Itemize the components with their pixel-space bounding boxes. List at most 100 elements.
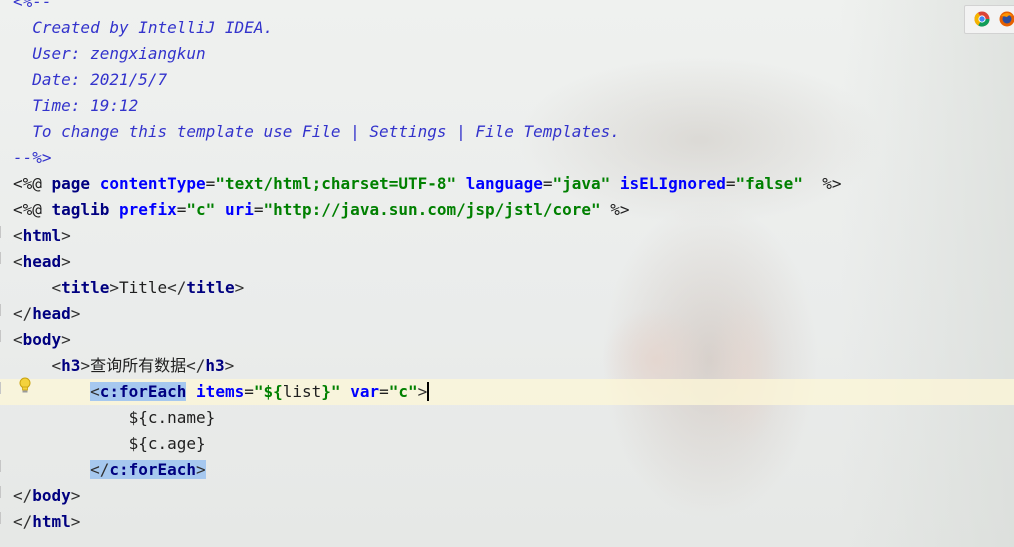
code-token: taglib [51,200,119,219]
code-token: isELIgnored [619,174,726,193]
code-line[interactable]: Created by IntelliJ IDEA. [0,15,1014,41]
code-token: c.age [147,434,197,453]
code-token: Date: 2021/5/7 [13,70,168,89]
code-token: list [282,382,322,401]
code-line[interactable]: <%@ taglib prefix="c" uri="http://java.s… [0,197,1014,223]
code-token: > [61,226,71,245]
code-line[interactable]: To change this template use File | Setti… [0,119,1014,145]
fold-marker[interactable] [0,330,5,342]
code-line[interactable]: --%> [0,145,1014,171]
code-token: > [61,252,71,271]
code-token: }" [321,382,351,401]
code-line[interactable]: <%@ page contentType="text/html;charset=… [0,171,1014,197]
code-token: = [725,174,736,193]
code-line[interactable]: </body> [0,483,1014,509]
code-line[interactable]: <head> [0,249,1014,275]
code-token: > [80,356,91,375]
code-line-text: User: zengxiangkun [13,41,206,67]
code-line[interactable]: <body> [0,327,1014,353]
code-line-text: Time: 19:12 [13,93,138,119]
code-token: body [22,330,62,349]
fold-marker[interactable] [0,486,5,498]
code-token: ${ [128,434,148,453]
code-line-text: </html> [13,509,80,535]
code-line-text: Date: 2021/5/7 [13,67,167,93]
code-line[interactable]: Date: 2021/5/7 [0,67,1014,93]
code-token: < [13,330,23,349]
code-token: > [70,512,81,531]
code-token: 查询所有数据 [90,356,187,375]
code-token: html [22,226,62,245]
code-line[interactable]: ${c.age} [0,431,1014,457]
code-line[interactable]: <h3>查询所有数据</h3> [0,353,1014,379]
code-line[interactable]: <html> [0,223,1014,249]
code-line-text: </body> [13,483,80,509]
code-line[interactable]: <%-- [0,0,1014,15]
code-token: h3 [61,356,81,375]
code-token: User: zengxiangkun [13,44,206,63]
code-line-text: To change this template use File | Setti… [13,119,620,145]
fold-marker[interactable] [0,304,5,316]
code-token: > [109,278,119,297]
code-token: > [70,486,81,505]
code-token: } [196,434,206,453]
code-token: > [224,356,235,375]
lightbulb-icon[interactable] [18,377,32,395]
code-line-text: <c:forEach items="${list}" var="c"> [13,379,430,405]
code-token: = [176,200,187,219]
fold-marker[interactable] [0,382,5,394]
code-token: < [51,356,62,375]
code-token: head [32,304,71,323]
code-token: Created by IntelliJ IDEA. [13,18,274,37]
code-token: < [13,252,23,271]
code-line-text: </head> [13,301,80,327]
code-line-text: <head> [13,249,71,275]
chrome-icon[interactable] [974,11,990,27]
firefox-icon[interactable] [999,11,1014,27]
code-token: Time: 19:12 [13,96,139,115]
code-token: body [32,486,71,505]
code-line-text: <%@ page contentType="text/html;charset=… [13,171,841,197]
code-token: > [417,382,428,401]
code-line[interactable]: ${c.name} [0,405,1014,431]
code-token: = [244,382,254,401]
code-line-text: <body> [13,327,71,353]
code-line-text: <%@ taglib prefix="c" uri="http://java.s… [13,197,630,223]
code-token: } [205,408,216,427]
code-editor[interactable]: <%-- Created by IntelliJ IDEA. User: zen… [0,0,1014,547]
code-line[interactable]: <title>Title</title> [0,275,1014,301]
fold-marker[interactable] [0,512,5,524]
code-token: > [70,304,81,323]
code-line[interactable]: </c:forEach> [0,457,1014,483]
code-token: </ [13,512,33,531]
code-token: "false" [735,174,803,193]
code-token: "${ [253,382,283,401]
code-line-text: <%-- [13,0,52,15]
code-token: head [22,252,62,271]
fold-marker[interactable] [0,460,5,472]
code-line[interactable]: </html> [0,509,1014,535]
code-token: "c" [186,200,225,219]
code-token: </ [167,278,187,297]
code-token: %> [802,174,842,193]
code-token: <%@ [13,174,52,193]
text-caret [427,382,430,401]
code-line[interactable]: User: zengxiangkun [0,41,1014,67]
code-line[interactable]: Time: 19:12 [0,93,1014,119]
code-token: > [234,278,245,297]
code-token: ${ [128,408,148,427]
fold-marker[interactable] [0,252,5,264]
code-token: = [379,382,389,401]
code-line[interactable]: </head> [0,301,1014,327]
code-token: "text/html;charset=UTF-8" [215,174,466,193]
code-line-text: <html> [13,223,71,249]
code-token: < [90,382,100,401]
code-token: </ [13,304,33,323]
fold-marker[interactable] [0,226,5,238]
code-line-text: <h3>查询所有数据</h3> [13,353,235,379]
code-line[interactable]: <c:forEach items="${list}" var="c"> [0,379,1014,405]
